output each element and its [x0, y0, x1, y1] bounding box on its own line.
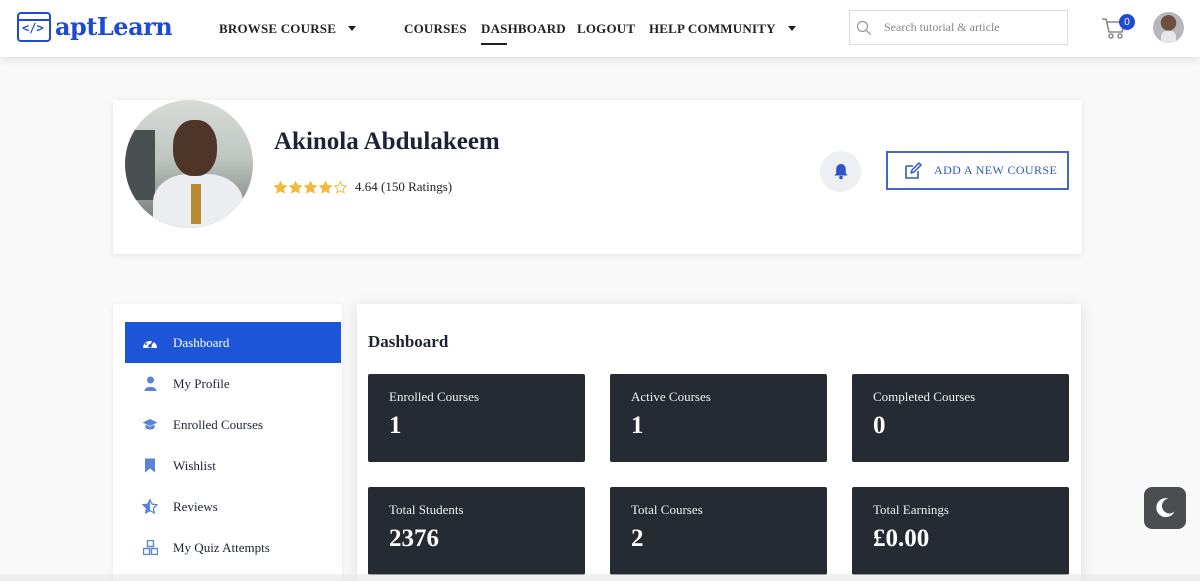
stat-label: Enrolled Courses: [389, 389, 479, 404]
star-empty-icon: [334, 180, 347, 194]
chevron-down-icon: [348, 26, 357, 31]
logo[interactable]: </> aptLearn: [17, 11, 173, 43]
stat-card-active-courses: Active Courses 1: [610, 374, 827, 462]
nav-dashboard-label: DASHBOARD: [481, 20, 566, 36]
stat-value: 0: [873, 412, 886, 439]
rating: 4.64 (150 Ratings): [274, 179, 452, 195]
dashboard-sidebar: Dashboard My Profile Enrolled Courses Wi…: [113, 304, 342, 581]
stat-label: Total Courses: [631, 502, 703, 517]
stat-card-completed-courses: Completed Courses 0: [852, 374, 1069, 462]
stat-value: 1: [631, 412, 644, 439]
avatar[interactable]: [1153, 12, 1184, 43]
rating-stars: [274, 180, 347, 194]
star-filled-icon: [289, 180, 302, 194]
star-filled-icon: [319, 180, 332, 194]
sidebar-item-dashboard[interactable]: Dashboard: [125, 322, 341, 363]
sidebar-item-wishlist[interactable]: Wishlist: [125, 445, 341, 486]
stat-value: 2: [631, 525, 644, 552]
profile-name: Akinola Abdulakeem: [274, 128, 500, 155]
stat-label: Total Students: [389, 502, 464, 517]
sidebar-item-label: Reviews: [173, 498, 218, 514]
sidebar-item-my-quiz-attempts[interactable]: My Quiz Attempts: [125, 527, 341, 568]
nav-browse-course-label: BROWSE COURSE: [219, 20, 337, 36]
stat-card-total-earnings: Total Earnings £0.00: [852, 487, 1069, 575]
search-input[interactable]: [884, 20, 1064, 35]
logo-code-glyph: </>: [22, 21, 44, 35]
sidebar-item-enrolled-courses[interactable]: Enrolled Courses: [125, 404, 341, 445]
moon-icon: [1156, 498, 1175, 518]
nav-dashboard[interactable]: DASHBOARD: [481, 0, 566, 57]
nav-help-community[interactable]: HELP COMMUNITY: [649, 0, 796, 57]
star-filled-icon: [304, 180, 317, 194]
search-icon: [856, 20, 871, 35]
user-icon: [142, 376, 158, 392]
logo-text: aptLearn: [55, 12, 173, 41]
search-box[interactable]: [849, 10, 1068, 45]
sidebar-item-reviews[interactable]: Reviews: [125, 486, 341, 527]
sidebar-item-label: My Profile: [173, 375, 230, 391]
nav-help-community-label: HELP COMMUNITY: [649, 20, 776, 36]
edit-icon: [905, 161, 922, 179]
stat-label: Total Earnings: [873, 502, 949, 517]
nav-logout-label: LOGOUT: [577, 20, 636, 36]
code-window-icon: </>: [17, 12, 51, 42]
bell-icon: [834, 164, 847, 180]
page-title: Dashboard: [368, 332, 449, 351]
sidebar-item-label: Enrolled Courses: [173, 416, 263, 432]
cart-count-badge: 0: [1119, 14, 1135, 30]
sidebar-item-label: Wishlist: [173, 457, 216, 473]
profile-photo: [125, 100, 253, 228]
chevron-down-icon: [787, 26, 796, 31]
sidebar-item-my-profile[interactable]: My Profile: [125, 363, 341, 404]
stat-value: 2376: [389, 525, 439, 552]
stat-card-enrolled-courses: Enrolled Courses 1: [368, 374, 585, 462]
stat-value: £0.00: [873, 525, 930, 552]
nav-courses-label: COURSES: [404, 20, 467, 36]
top-header: </> aptLearn BROWSE COURSE COURSES DASHB…: [0, 0, 1200, 57]
page-footer-edge: [0, 574, 1200, 581]
dashboard-panel: Dashboard Enrolled Courses 1 Active Cour…: [357, 304, 1081, 581]
stat-value: 1: [389, 412, 402, 439]
cubes-icon: [142, 540, 158, 556]
gauge-icon: [142, 335, 158, 351]
notifications-button[interactable]: [820, 151, 861, 192]
nav-browse-course[interactable]: BROWSE COURSE: [219, 0, 357, 57]
star-half-icon: [142, 499, 158, 515]
bookmark-icon: [142, 458, 158, 474]
nav-active-underline: [481, 43, 507, 45]
stat-label: Active Courses: [631, 389, 711, 404]
sidebar-item-label: Dashboard: [173, 334, 230, 350]
star-filled-icon: [274, 180, 287, 194]
profile-card: Akinola Abdulakeem 4.64 (150 Ratings) AD…: [113, 100, 1082, 254]
add-new-course-label: ADD A NEW COURSE: [934, 163, 1058, 177]
rating-text: 4.64 (150 Ratings): [355, 179, 453, 194]
nav-courses[interactable]: COURSES: [404, 0, 467, 57]
stat-card-total-students: Total Students 2376: [368, 487, 585, 575]
nav-logout[interactable]: LOGOUT: [577, 0, 635, 57]
stat-card-total-courses: Total Courses 2: [610, 487, 827, 575]
add-new-course-button[interactable]: ADD A NEW COURSE: [886, 151, 1069, 190]
dark-mode-toggle[interactable]: [1144, 487, 1186, 529]
graduation-cap-icon: [142, 417, 158, 433]
sidebar-item-label: My Quiz Attempts: [173, 539, 270, 555]
stat-label: Completed Courses: [873, 389, 976, 404]
